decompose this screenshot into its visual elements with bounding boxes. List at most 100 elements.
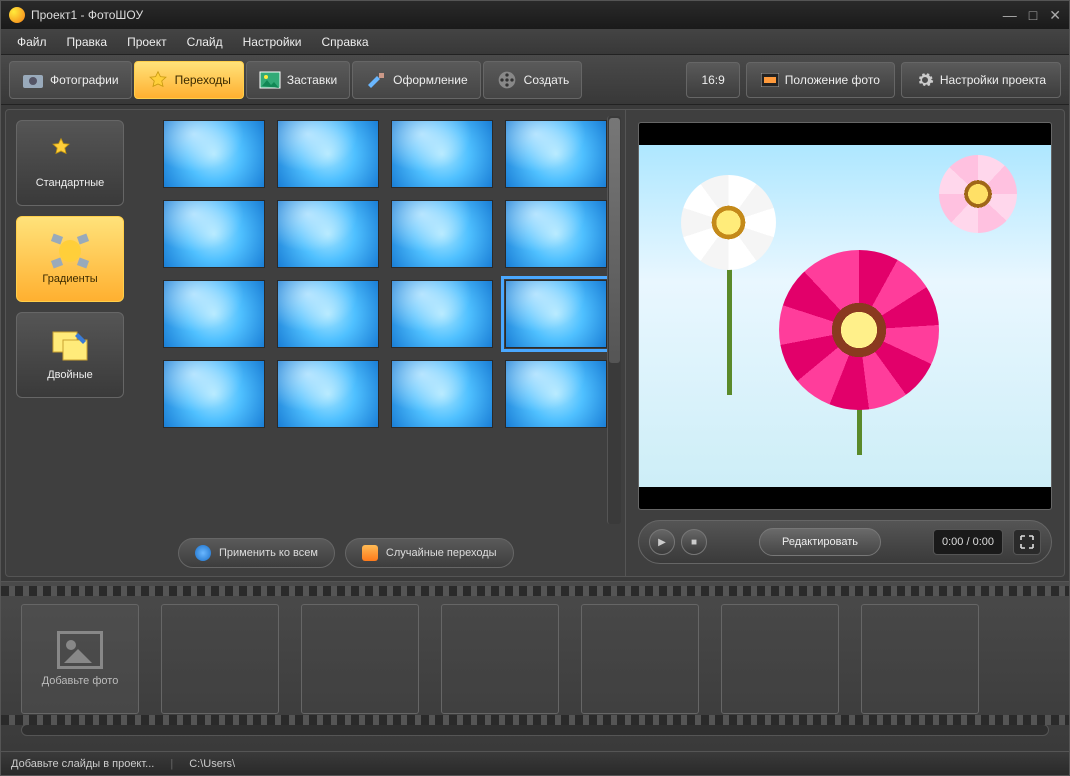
gradient-icon xyxy=(50,233,90,269)
action-bar: Применить ко всем Случайные переходы xyxy=(6,530,625,576)
shuffle-icon xyxy=(362,545,378,561)
picture-icon xyxy=(259,70,281,90)
menu-файл[interactable]: Файл xyxy=(9,31,55,53)
photo-position-label: Положение фото xyxy=(785,73,880,87)
transition-thumb[interactable] xyxy=(163,360,265,428)
double-icon xyxy=(50,329,90,365)
transition-thumb[interactable] xyxy=(277,280,379,348)
player-bar: ▶ ■ Редактировать 0:00 / 0:00 xyxy=(638,520,1052,564)
statusbar: Добавьте слайды в проект... | C:\Users\ xyxy=(1,751,1069,775)
menu-настройки[interactable]: Настройки xyxy=(235,31,310,53)
maximize-button[interactable]: □ xyxy=(1029,7,1037,24)
window-title: Проект1 - ФотоШОУ xyxy=(31,8,143,22)
play-button[interactable]: ▶ xyxy=(649,529,675,555)
transition-thumb[interactable] xyxy=(505,120,607,188)
close-button[interactable]: ✕ xyxy=(1049,7,1061,24)
edit-button[interactable]: Редактировать xyxy=(759,528,881,556)
menu-справка[interactable]: Справка xyxy=(313,31,376,53)
transitions-panel: Стандартные Градиенты Двойные Применить ко… xyxy=(6,110,626,576)
transition-thumb[interactable] xyxy=(163,280,265,348)
brush-icon xyxy=(365,70,387,90)
star-icon xyxy=(50,137,90,173)
scroll-thumb[interactable] xyxy=(609,118,620,363)
toolbar: Фотографии Переходы Заставки Оформление Созд… xyxy=(1,55,1069,105)
transition-thumb[interactable] xyxy=(505,280,607,348)
transition-thumb[interactable] xyxy=(391,200,493,268)
transition-thumb[interactable] xyxy=(391,280,493,348)
random-transitions-button[interactable]: Случайные переходы xyxy=(345,538,514,568)
timeline-slot[interactable] xyxy=(581,604,699,714)
app-icon xyxy=(9,7,25,23)
fullscreen-icon xyxy=(1020,535,1034,549)
minimize-button[interactable]: — xyxy=(1003,7,1017,24)
menu-слайд[interactable]: Слайд xyxy=(179,31,231,53)
tab-picture[interactable]: Заставки xyxy=(246,61,350,99)
tab-reel[interactable]: Создать xyxy=(483,61,583,99)
transition-thumb[interactable] xyxy=(163,200,265,268)
preview-image xyxy=(639,145,1051,487)
window-controls: — □ ✕ xyxy=(1003,7,1061,24)
tab-label: Оформление xyxy=(393,73,467,87)
transition-thumb[interactable] xyxy=(277,200,379,268)
titlebar: Проект1 - ФотоШОУ — □ ✕ xyxy=(1,1,1069,29)
menu-правка[interactable]: Правка xyxy=(59,31,116,53)
transition-thumb[interactable] xyxy=(277,360,379,428)
category-gradient[interactable]: Градиенты xyxy=(16,216,124,302)
heart-icon xyxy=(195,545,211,561)
category-double[interactable]: Двойные xyxy=(16,312,124,398)
category-star[interactable]: Стандартные xyxy=(16,120,124,206)
project-settings-button[interactable]: Настройки проекта xyxy=(901,62,1061,98)
transition-thumb[interactable] xyxy=(163,120,265,188)
menu-проект[interactable]: Проект xyxy=(119,31,175,53)
tab-brush[interactable]: Оформление xyxy=(352,61,480,99)
scrollbar[interactable] xyxy=(607,116,621,524)
status-hint: Добавьте слайды в проект... xyxy=(11,758,154,770)
apply-all-button[interactable]: Применить ко всем xyxy=(178,538,335,568)
app-window: Проект1 - ФотоШОУ — □ ✕ ФайлПравкаПроект… xyxy=(0,0,1070,776)
tab-label: Переходы xyxy=(175,73,231,87)
timeline-slots: Добавьте фото xyxy=(21,604,1049,714)
timeline-slot[interactable] xyxy=(721,604,839,714)
tab-camera[interactable]: Фотографии xyxy=(9,61,132,99)
category-label: Двойные xyxy=(47,369,93,381)
time-display: 0:00 / 0:00 xyxy=(933,529,1003,555)
photo-position-button[interactable]: Положение фото xyxy=(746,62,895,98)
aspect-ratio-button[interactable]: 16:9 xyxy=(686,62,739,98)
content-area: Стандартные Градиенты Двойные Применить ко… xyxy=(5,109,1065,577)
transition-thumb[interactable] xyxy=(505,360,607,428)
thumbs-grid xyxy=(153,110,607,530)
timeline: Добавьте фото xyxy=(1,581,1069,751)
category-list: Стандартные Градиенты Двойные xyxy=(6,110,153,530)
timeline-slot[interactable] xyxy=(161,604,279,714)
preview-panel: ▶ ■ Редактировать 0:00 / 0:00 xyxy=(626,110,1064,576)
transition-thumb[interactable] xyxy=(391,360,493,428)
random-label: Случайные переходы xyxy=(386,547,497,559)
transition-thumb[interactable] xyxy=(505,200,607,268)
timeline-slot[interactable] xyxy=(861,604,979,714)
preview[interactable] xyxy=(638,122,1052,510)
edit-label: Редактировать xyxy=(782,536,858,548)
gear-icon xyxy=(916,71,934,89)
status-path: C:\Users\ xyxy=(189,758,235,770)
timeline-scrollbar[interactable] xyxy=(21,724,1049,736)
timeline-slot[interactable] xyxy=(301,604,419,714)
fullscreen-button[interactable] xyxy=(1013,529,1041,555)
browser: Стандартные Градиенты Двойные xyxy=(6,110,625,530)
transition-thumb[interactable] xyxy=(277,120,379,188)
menubar: ФайлПравкаПроектСлайдНастройкиСправка xyxy=(1,29,1069,55)
timeline-slot[interactable] xyxy=(441,604,559,714)
aspect-ratio-label: 16:9 xyxy=(701,73,724,87)
reel-icon xyxy=(496,70,518,90)
thumbs-area xyxy=(153,110,625,530)
transition-thumb[interactable] xyxy=(391,120,493,188)
tab-star[interactable]: Переходы xyxy=(134,61,244,99)
add-photo-label: Добавьте фото xyxy=(42,675,119,687)
category-label: Стандартные xyxy=(36,177,105,189)
tab-label: Создать xyxy=(524,73,570,87)
tab-label: Фотографии xyxy=(50,73,119,87)
add-photo-slot[interactable]: Добавьте фото xyxy=(21,604,139,714)
tab-label: Заставки xyxy=(287,73,337,87)
stop-button[interactable]: ■ xyxy=(681,529,707,555)
time-text: 0:00 / 0:00 xyxy=(942,536,994,548)
project-settings-label: Настройки проекта xyxy=(940,73,1046,87)
